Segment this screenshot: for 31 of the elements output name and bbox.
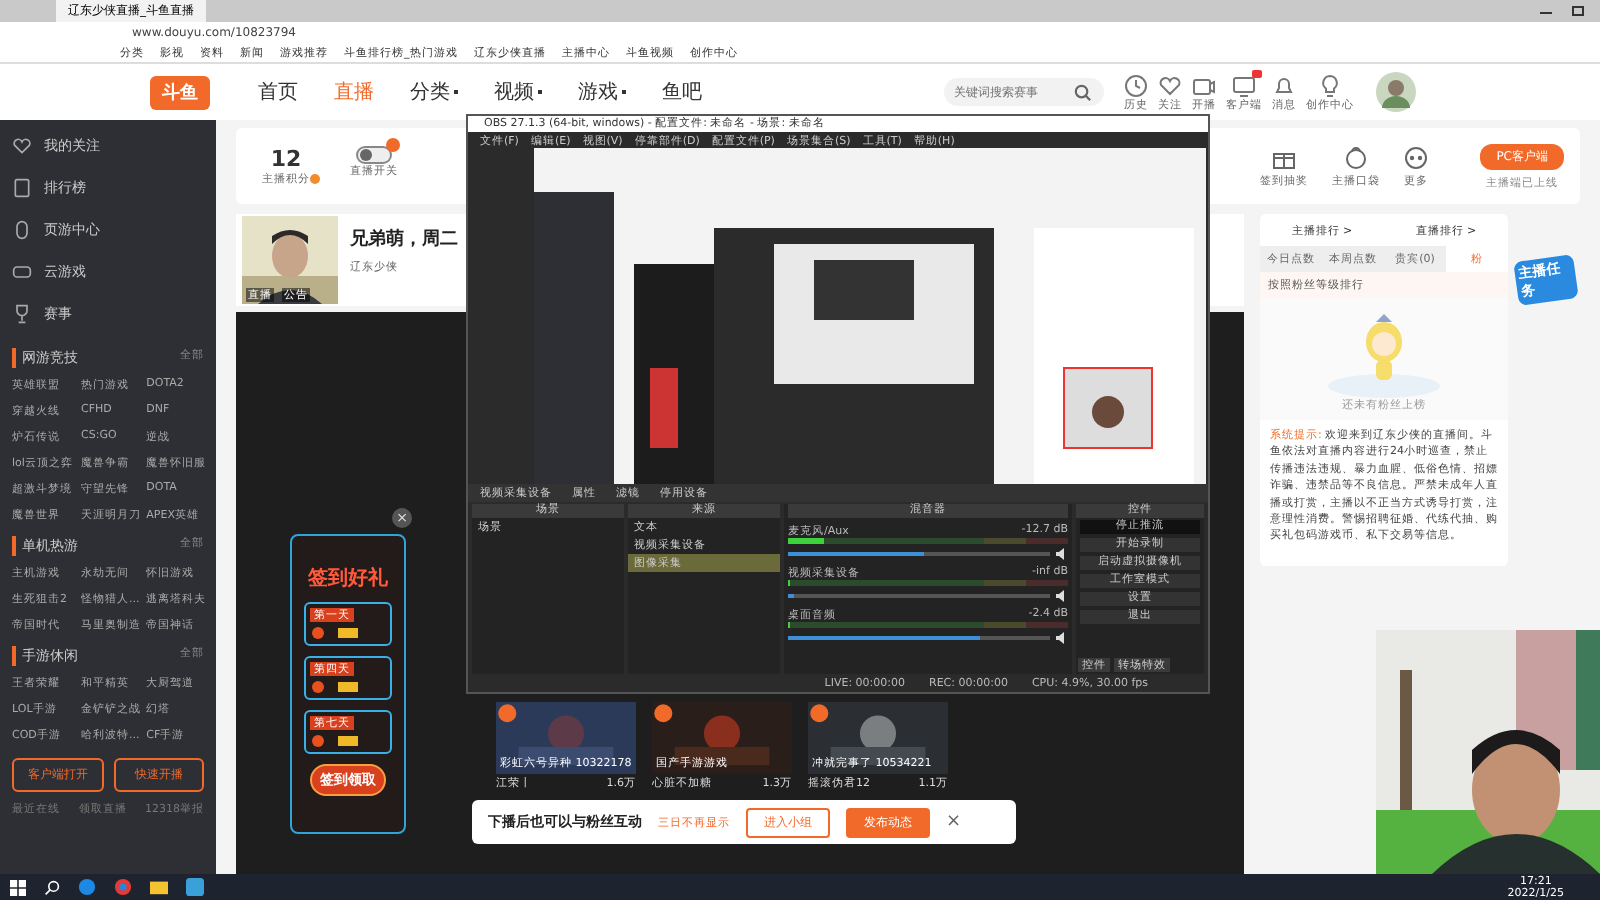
- folder-icon[interactable]: [150, 878, 168, 896]
- camera-icon[interactable]: [1192, 73, 1216, 97]
- bulb-icon[interactable]: [1318, 73, 1342, 97]
- cup-icon: [12, 303, 32, 323]
- mouse-icon: [12, 219, 32, 239]
- clock-icon[interactable]: [1124, 73, 1148, 97]
- app-icon[interactable]: [186, 878, 204, 896]
- maximize-icon[interactable]: [1572, 6, 1584, 16]
- heart-icon: [12, 135, 32, 155]
- close-button[interactable]: ×: [946, 812, 962, 832]
- room-title: 兄弟萌，周二: [350, 226, 458, 252]
- speaker-icon[interactable]: [1056, 590, 1068, 602]
- search-icon[interactable]: [44, 879, 60, 895]
- heart-icon[interactable]: [1158, 73, 1182, 97]
- windows-icon[interactable]: [10, 879, 26, 895]
- speaker-icon[interactable]: [1056, 632, 1068, 644]
- more-icon[interactable]: [1404, 145, 1429, 169]
- nav-link[interactable]: 分类: [410, 78, 458, 106]
- signin-title: 签到好礼: [308, 565, 388, 592]
- nav-link[interactable]: 游戏: [578, 78, 626, 106]
- monitor-icon[interactable]: [1232, 73, 1256, 97]
- gamepad-icon: [12, 261, 32, 281]
- nav-link[interactable]: 首页: [258, 78, 298, 106]
- bell-icon[interactable]: [1272, 73, 1296, 97]
- speaker-icon[interactable]: [1056, 548, 1068, 560]
- stat-value: 12: [270, 146, 302, 172]
- nav-link[interactable]: 视频: [494, 78, 542, 106]
- nav-link[interactable]: 鱼吧: [662, 78, 702, 106]
- search-icon: [1074, 83, 1092, 101]
- avatar-icon[interactable]: [1376, 72, 1416, 112]
- toggle-icon: [356, 146, 392, 164]
